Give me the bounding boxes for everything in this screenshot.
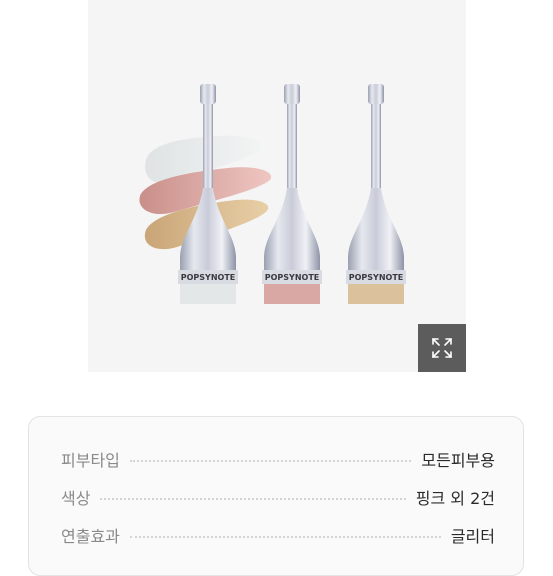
product-tube-2: POPSYNOTE xyxy=(262,84,322,304)
product-image: POPSYNOTE POPSYNOTE POPSYNOTE xyxy=(88,0,466,372)
dotted-leader xyxy=(129,536,441,538)
info-label: 피부타입 xyxy=(61,451,120,470)
product-info-card: 피부타입 모든피부용 색상 핑크 외 2건 연출효과 글리터 xyxy=(28,416,524,576)
info-label: 연출효과 xyxy=(61,527,120,546)
info-row-color: 색상 핑크 외 2건 xyxy=(61,483,495,511)
svg-text:POPSYNOTE: POPSYNOTE xyxy=(181,273,236,282)
info-label: 색상 xyxy=(61,489,91,508)
expand-image-button[interactable] xyxy=(418,324,466,372)
product-tube-3: POPSYNOTE xyxy=(346,84,406,304)
svg-text:POPSYNOTE: POPSYNOTE xyxy=(265,273,320,282)
info-value: 글리터 xyxy=(450,527,495,546)
product-illustration: POPSYNOTE POPSYNOTE POPSYNOTE xyxy=(139,84,406,304)
info-row-skin-type: 피부타입 모든피부용 xyxy=(61,445,495,473)
dotted-leader xyxy=(129,460,412,462)
info-value: 핑크 외 2건 xyxy=(415,489,495,508)
info-row-effect: 연출효과 글리터 xyxy=(61,521,495,549)
expand-arrows-icon xyxy=(432,338,452,358)
info-value: 모든피부용 xyxy=(421,451,495,470)
dotted-leader xyxy=(100,498,406,500)
svg-text:POPSYNOTE: POPSYNOTE xyxy=(349,273,404,282)
